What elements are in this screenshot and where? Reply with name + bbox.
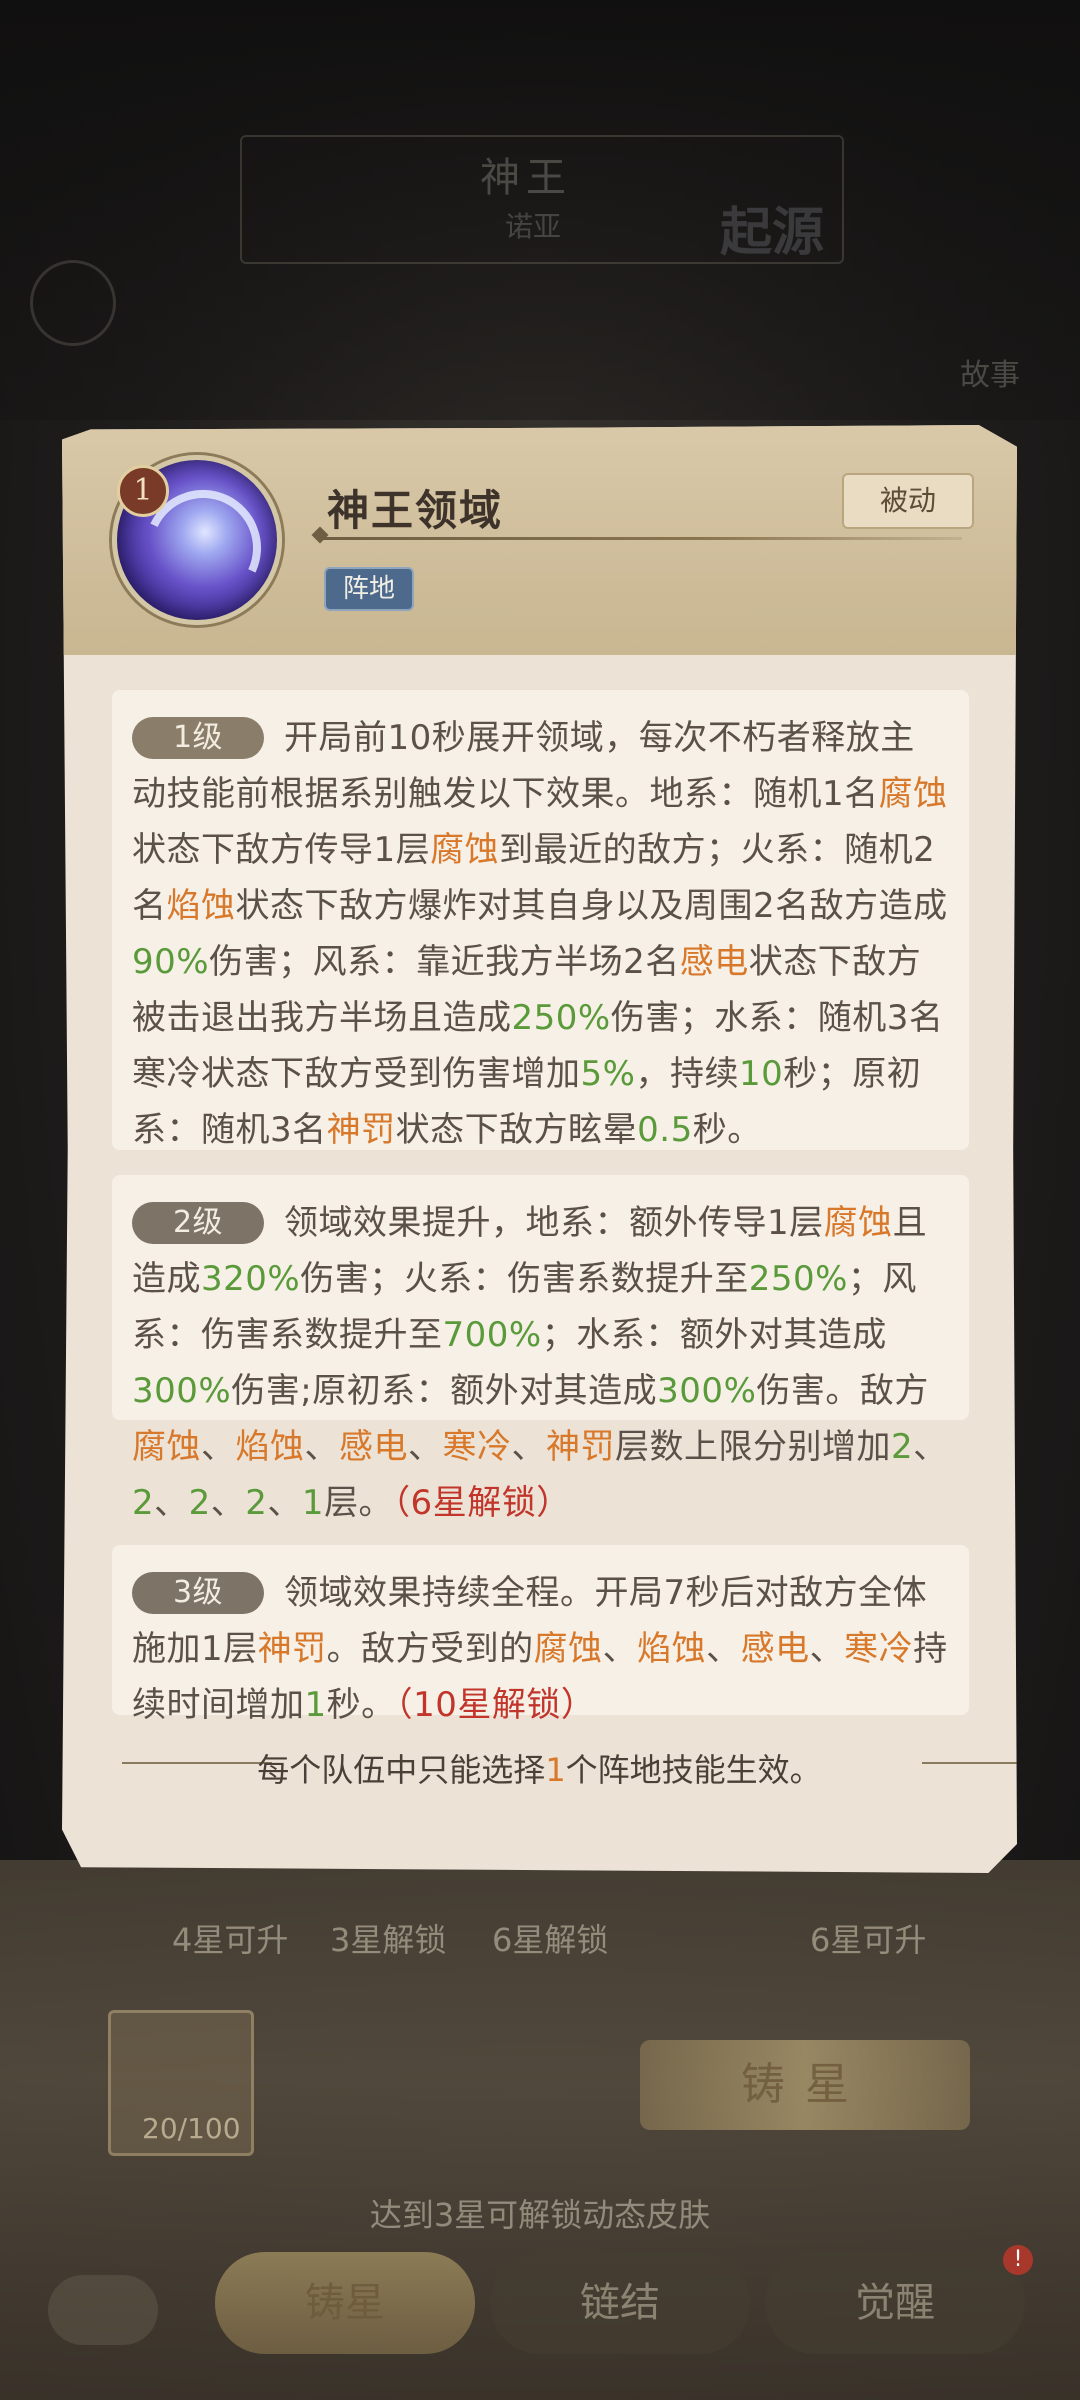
desc-segment: 、 <box>154 1483 189 1523</box>
desc-segment: 2 <box>188 1483 211 1523</box>
tab-awaken: 觉醒 <box>765 2252 1025 2354</box>
desc-segment: 、 <box>602 1629 638 1669</box>
desc-segment: 焰蚀 <box>166 886 236 926</box>
desc-segment: 神罚 <box>326 1110 396 1150</box>
desc-segment: 、 <box>706 1629 741 1669</box>
shard-count: 20/100 <box>142 2112 241 2145</box>
desc-segment: 领域效果提升，地系：额外传导1层 <box>284 1203 824 1243</box>
desc-segment: 伤害；火系：伤害系数提升至 <box>300 1259 749 1299</box>
desc-segment: 寒冷 <box>442 1427 512 1467</box>
desc-segment: 状态下敌方传导1层 <box>132 830 431 870</box>
alert-badge: ! <box>1003 2245 1033 2275</box>
desc-segment: 腐蚀 <box>132 1427 201 1467</box>
desc-segment: 1 <box>301 1483 325 1523</box>
desc-segment: 秒。 <box>326 1685 396 1725</box>
origin-label: 起源 <box>720 203 825 263</box>
level-1-text: 开局前10秒展开领域，每次不朽者释放主动技能前根据系别触发以下效果。地系：随机1… <box>132 718 948 1150</box>
skill-level-badge: 1 <box>117 465 169 517</box>
desc-segment: 、 <box>210 1483 246 1523</box>
tab-forge-star: 铸星 <box>215 2252 475 2354</box>
desc-segment: 神罚 <box>257 1629 327 1669</box>
desc-segment: 2 <box>132 1483 155 1523</box>
desc-segment: 2 <box>891 1427 914 1467</box>
desc-segment: 。敌方受到的 <box>326 1629 534 1669</box>
desc-segment: 、 <box>511 1427 546 1467</box>
desc-segment: 2 <box>245 1483 268 1523</box>
title-divider <box>317 537 962 540</box>
desc-segment: 、 <box>267 1483 302 1523</box>
desc-segment: 腐蚀 <box>823 1203 893 1243</box>
desc-segment: 、 <box>304 1427 339 1467</box>
desc-segment: 腐蚀 <box>430 830 500 870</box>
forge-star-button: 铸星 <box>640 2040 970 2130</box>
level-pill: 2级 <box>132 1202 264 1244</box>
skill-type-badge: 被动 <box>842 473 974 529</box>
desc-segment: （6星解锁） <box>393 1483 571 1523</box>
desc-segment: 、 <box>809 1629 845 1669</box>
footer-number: 1 <box>545 1751 566 1789</box>
desc-segment: 伤害；风系：靠近我方半场2名 <box>209 942 680 982</box>
desc-segment: 、 <box>201 1427 236 1467</box>
level-2-description: 2级 领域效果提升，地系：额外传导1层腐蚀且造成320%伤害；火系：伤害系数提升至… <box>112 1175 969 1523</box>
footer-suffix: 个阵地技能生效。 <box>565 1751 822 1789</box>
desc-segment: 状态下敌方爆炸对其自身以及周围2名敌方造成 <box>235 886 948 926</box>
desc-segment: 90% <box>132 942 210 982</box>
skill-detail-dialog[interactable]: 1 神王领域 被动 阵地 1级 开局前10秒展开领域，每次不朽者释放主动技能前根据… <box>62 425 1017 1873</box>
desc-segment: 伤害。敌方 <box>756 1371 929 1411</box>
footer-prefix: 每个队伍中只能选择 <box>257 1751 546 1789</box>
desc-segment: 、 <box>408 1427 443 1467</box>
desc-segment: 状态下敌方眩晕 <box>395 1110 638 1150</box>
desc-segment: 700% <box>442 1315 542 1355</box>
desc-segment: （10星解锁） <box>395 1685 596 1725</box>
story-label: 故事 <box>960 358 1020 393</box>
desc-segment: 感电 <box>339 1427 408 1467</box>
star-label: 3星解锁 <box>330 1921 447 1959</box>
desc-segment: 5% <box>580 1054 636 1094</box>
desc-segment: 层。 <box>324 1483 394 1523</box>
desc-segment: 感电 <box>740 1629 810 1669</box>
desc-segment: 焰蚀 <box>235 1427 305 1467</box>
desc-segment: 300% <box>132 1371 232 1411</box>
desc-segment: 10 <box>738 1054 784 1094</box>
dialog-header: 1 神王领域 被动 阵地 <box>62 425 1017 655</box>
unlock-hint: 达到3星可解锁动态皮肤 <box>369 2196 711 2234</box>
level-pill: 1级 <box>132 717 264 759</box>
desc-segment: 、 <box>913 1427 948 1467</box>
level-pill: 3级 <box>132 1572 264 1614</box>
desc-segment: 层数上限分别增加 <box>615 1427 891 1467</box>
tab-link: 链结 <box>490 2252 750 2354</box>
desc-segment: 320% <box>201 1259 301 1299</box>
desc-segment: 焰蚀 <box>637 1629 707 1669</box>
footer-note: 每个队伍中只能选择1个阵地技能生效。 <box>62 1745 1017 1791</box>
level-3-description: 3级 领域效果持续全程。开局7秒后对敌方全体施加1层神罚。敌方受到的腐蚀、焰蚀、感… <box>112 1545 969 1725</box>
skill-name: 神王领域 <box>327 486 504 535</box>
desc-segment: 寒冷 <box>844 1629 914 1669</box>
desc-segment: 伤害;原初系：额外对其造成 <box>231 1371 658 1411</box>
desc-segment: ，持续 <box>635 1054 739 1094</box>
desc-segment: 神罚 <box>546 1427 615 1467</box>
star-label: 4星可升 <box>172 1921 289 1959</box>
desc-segment: 250% <box>511 998 611 1038</box>
desc-segment: 1 <box>304 1685 327 1725</box>
hero-title: 神王 <box>480 155 572 201</box>
desc-segment: 300% <box>657 1371 757 1411</box>
desc-segment: 0.5 <box>637 1110 693 1150</box>
desc-segment: 秒。 <box>692 1110 762 1150</box>
level-1-description: 1级 开局前10秒展开领域，每次不朽者释放主动技能前根据系别触发以下效果。地系：随… <box>112 690 969 1150</box>
level-2-text: 领域效果提升，地系：额外传导1层腐蚀且造成320%伤害；火系：伤害系数提升至25… <box>132 1203 948 1523</box>
desc-segment: 感电 <box>679 942 749 982</box>
desc-segment: ；水系：额外对其造成 <box>541 1315 887 1355</box>
title-divider-diamond <box>311 526 329 544</box>
desc-segment: 250% <box>748 1259 848 1299</box>
share-icon <box>30 260 116 346</box>
desc-segment: 腐蚀 <box>533 1629 603 1669</box>
star-label: 6星可升 <box>810 1921 927 1959</box>
star-label: 6星解锁 <box>492 1921 609 1959</box>
back-icon <box>48 2275 158 2345</box>
desc-segment: 腐蚀 <box>878 774 948 814</box>
skill-tag-badge: 阵地 <box>324 567 414 611</box>
hero-subtitle: 诺亚 <box>505 210 562 243</box>
